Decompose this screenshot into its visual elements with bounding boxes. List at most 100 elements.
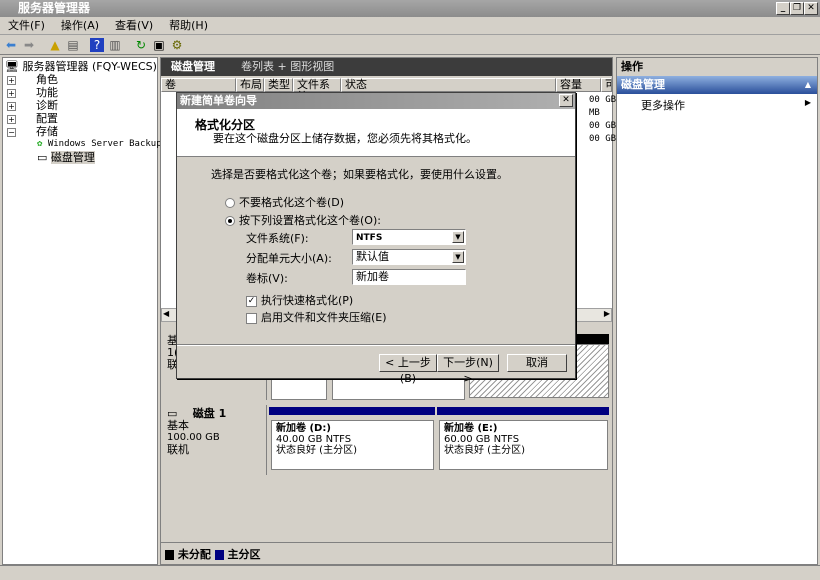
menu-action[interactable]: 操作(A) (53, 17, 107, 35)
checkbox-icon[interactable]: ✓ (246, 295, 257, 307)
cancel-button[interactable]: 取消 (507, 354, 567, 372)
back-button[interactable]: < 上一步(B) (379, 354, 437, 385)
tree-label: 配置 (36, 112, 58, 125)
col-filesystem[interactable]: 文件系统 (293, 78, 341, 103)
filesystem-value: NTFS (356, 233, 383, 243)
scroll-right-icon[interactable]: ▶ (604, 309, 610, 318)
allocation-select[interactable]: 默认值 ▼ (352, 249, 466, 265)
volume-label-input[interactable]: 新加卷 (352, 269, 466, 285)
tree-label: 磁盘管理 (50, 151, 95, 164)
expand-icon[interactable]: + (7, 114, 16, 124)
checkbox-label: 执行快速格式化(P) (261, 294, 354, 307)
expand-icon[interactable]: + (7, 75, 16, 85)
tree-root[interactable]: 🖥 服务器管理器 (FQY-WECS) (5, 60, 157, 73)
col-volume[interactable]: 卷 (161, 78, 236, 92)
disk1-label[interactable]: ▭ 磁盘 1 基本 100.00 GB 联机 (161, 405, 267, 475)
show-hide-tree-icon[interactable]: ▤ (66, 38, 80, 52)
action-more[interactable]: 更多操作 ▶ (617, 94, 817, 113)
tree-item-features[interactable]: + 功能 (7, 86, 58, 99)
tree-item-backup[interactable]: ✿ Windows Server Backup (37, 138, 162, 151)
actions-section[interactable]: 磁盘管理 ▲ (617, 76, 817, 94)
radio-label: 按下列设置格式化这个卷(O): (239, 214, 381, 227)
legend-label: 未分配 (177, 548, 211, 561)
tree-label: 功能 (36, 86, 58, 99)
tree-root-label: 服务器管理器 (FQY-WECS) (22, 60, 157, 73)
checkbox-icon[interactable] (246, 312, 257, 324)
menu-bar: 文件(F) 操作(A) 查看(V) 帮助(H) (0, 17, 820, 35)
partition-d[interactable]: 新加卷 (D:) 40.00 GB NTFS 状态良好 (主分区) (271, 420, 434, 470)
tree-label: Windows Server Backup (47, 139, 162, 149)
menu-help[interactable]: 帮助(H) (161, 17, 216, 35)
tree-item-storage[interactable]: − 存储 (7, 125, 58, 138)
partition-size: 60.00 GB NTFS (444, 434, 520, 445)
col-capacity[interactable]: 容量 (556, 78, 601, 92)
forward-icon[interactable]: ➡ (22, 38, 36, 52)
radio-no-format[interactable]: 不要格式化这个卷(D) (225, 194, 344, 210)
expand-icon[interactable]: + (7, 101, 16, 111)
disk0-partition[interactable] (332, 376, 465, 400)
dialog-close-button[interactable]: ✕ (559, 94, 573, 107)
refresh-icon[interactable]: ↻ (134, 38, 148, 52)
collapse-icon[interactable]: ▲ (805, 76, 811, 94)
close-button[interactable]: ✕ (804, 2, 818, 15)
tree-label: 存储 (36, 125, 58, 138)
radio-icon[interactable] (225, 216, 235, 226)
next-button[interactable]: 下一步(N) > (437, 354, 499, 385)
window-title: 服务器管理器 (18, 1, 91, 15)
dropdown-arrow-icon[interactable]: ▼ (452, 251, 464, 263)
radio-icon[interactable] (225, 198, 235, 208)
col-layout[interactable]: 布局 (236, 78, 264, 92)
show-hide-action-icon[interactable]: ▥ (108, 38, 122, 52)
tree-item-diagnostics[interactable]: + 诊断 (7, 99, 58, 112)
quick-format-checkbox[interactable]: ✓ 执行快速格式化(P) (246, 292, 353, 308)
volume-label-label: 卷标(V): (246, 272, 288, 285)
primary-bar (437, 407, 609, 415)
disk1-state: 联机 (167, 443, 189, 456)
partition-status: 状态良好 (主分区) (276, 445, 357, 456)
primary-bar (269, 407, 435, 415)
pane-title: 磁盘管理 (171, 60, 215, 73)
collapse-icon[interactable]: − (7, 127, 16, 137)
settings-icon[interactable]: ⚙ (170, 38, 184, 52)
dropdown-arrow-icon[interactable]: ▼ (452, 231, 464, 243)
tree-label: 诊断 (36, 99, 58, 112)
menu-file[interactable]: 文件(F) (0, 17, 53, 35)
partition-name: 新加卷 (D:) (276, 423, 331, 434)
section-label: 磁盘管理 (621, 78, 665, 91)
radio-format[interactable]: 按下列设置格式化这个卷(O): (225, 212, 381, 228)
primary-swatch (214, 550, 224, 560)
partition-e[interactable]: 新加卷 (E:) 60.00 GB NTFS 状态良好 (主分区) (439, 420, 608, 470)
compression-checkbox[interactable]: 启用文件和文件夹压缩(E) (246, 309, 387, 325)
back-icon[interactable]: ⬅ (4, 38, 18, 52)
tree-item-disk-management[interactable]: ▭ 磁盘管理 (37, 151, 95, 164)
disk0-partition[interactable] (271, 376, 327, 400)
scroll-left-icon[interactable]: ◀ (163, 309, 169, 318)
expand-icon[interactable]: + (7, 88, 16, 98)
backup-icon: ✿ (37, 139, 43, 149)
tree-item-roles[interactable]: + 角色 (7, 73, 58, 86)
action-label: 更多操作 (641, 99, 685, 112)
dialog-subheading: 要在这个磁盘分区上储存数据，您必须先将其格式化。 (213, 132, 477, 145)
title-bar: 服务器管理器 _ ❐ ✕ (0, 0, 820, 17)
toolbar: ⬅ ➡ ▲ ▤ ? ▥ ↻ ▣ ⚙ (0, 35, 820, 55)
allocation-label: 分配单元大小(A): (246, 252, 332, 265)
dialog-title: 新建简单卷向导 (180, 94, 257, 107)
divider (177, 344, 575, 346)
restore-button[interactable]: ❐ (790, 2, 804, 15)
tree-item-configuration[interactable]: + 配置 (7, 112, 58, 125)
actions-pane: 操作 磁盘管理 ▲ 更多操作 ▶ (616, 57, 818, 565)
unallocated-swatch (165, 550, 174, 560)
format-prompt: 选择是否要格式化这个卷；如果要格式化，要使用什么设置。 (211, 168, 508, 181)
properties-icon[interactable]: ▣ (152, 38, 166, 52)
help-icon[interactable]: ? (90, 38, 104, 52)
minimize-button[interactable]: _ (776, 2, 790, 15)
up-folder-icon[interactable]: ▲ (48, 38, 62, 52)
filesystem-select[interactable]: NTFS ▼ (352, 229, 466, 245)
status-bar (0, 565, 820, 580)
col-status[interactable]: 状态 (341, 78, 556, 92)
col-type[interactable]: 类型 (264, 78, 293, 92)
menu-view[interactable]: 查看(V) (107, 17, 161, 35)
col-free[interactable]: 可 (601, 78, 612, 92)
filesystem-label: 文件系统(F): (246, 232, 309, 245)
actions-header: 操作 (617, 58, 817, 76)
